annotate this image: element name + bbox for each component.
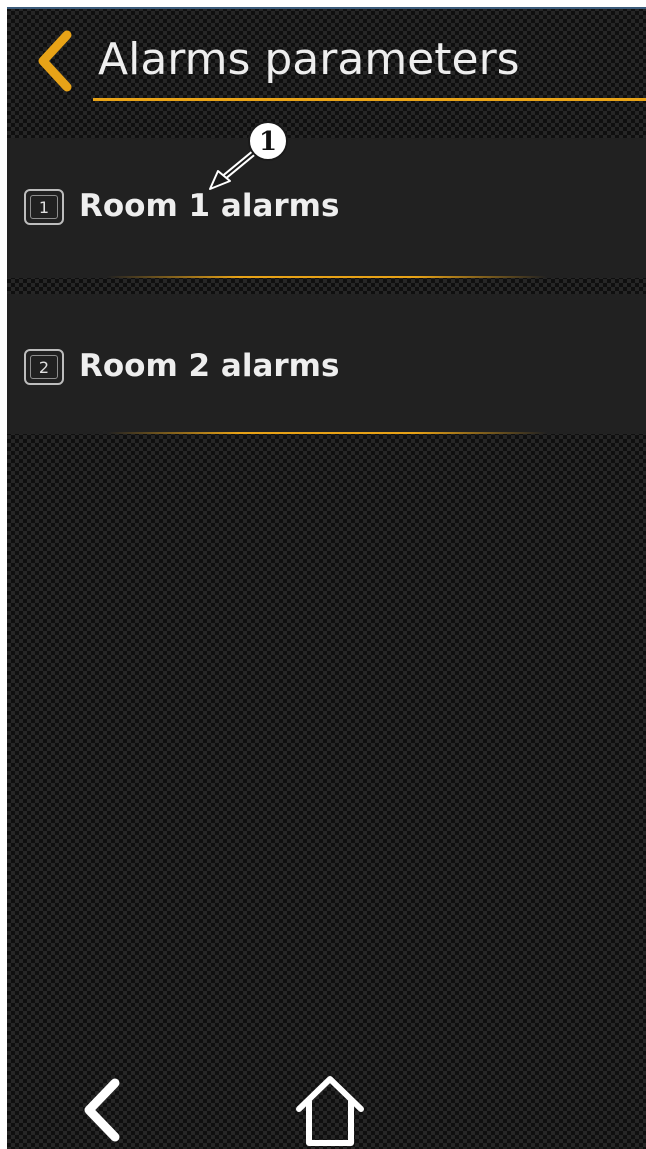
menu-item-room-2-alarms[interactable]: 2 Room 2 alarms bbox=[7, 294, 646, 434]
menu-item-label: Room 2 alarms bbox=[79, 348, 340, 384]
nav-back-button[interactable] bbox=[73, 1075, 133, 1145]
item-divider bbox=[107, 276, 547, 278]
number-badge-value: 2 bbox=[30, 355, 58, 379]
page-title: Alarms parameters bbox=[98, 34, 520, 85]
callout-annotation: 1 bbox=[209, 121, 288, 190]
callout-number: 1 bbox=[259, 127, 277, 157]
nav-home-button[interactable] bbox=[293, 1073, 367, 1149]
number-badge-value: 1 bbox=[30, 195, 58, 219]
chevron-left-icon bbox=[38, 30, 72, 92]
header-back-button[interactable] bbox=[33, 29, 77, 93]
title-underline bbox=[93, 98, 646, 101]
top-border bbox=[7, 7, 646, 9]
item-divider bbox=[107, 432, 547, 434]
menu-item-room-1-alarms[interactable]: 1 Room 1 alarms bbox=[7, 138, 646, 278]
number-badge: 2 bbox=[24, 349, 64, 385]
screen: Alarms parameters 1 Room 1 alarms 2 Room… bbox=[7, 7, 646, 1149]
number-badge: 1 bbox=[24, 189, 64, 225]
home-icon bbox=[296, 1076, 364, 1146]
back-arrow-icon bbox=[84, 1078, 120, 1142]
